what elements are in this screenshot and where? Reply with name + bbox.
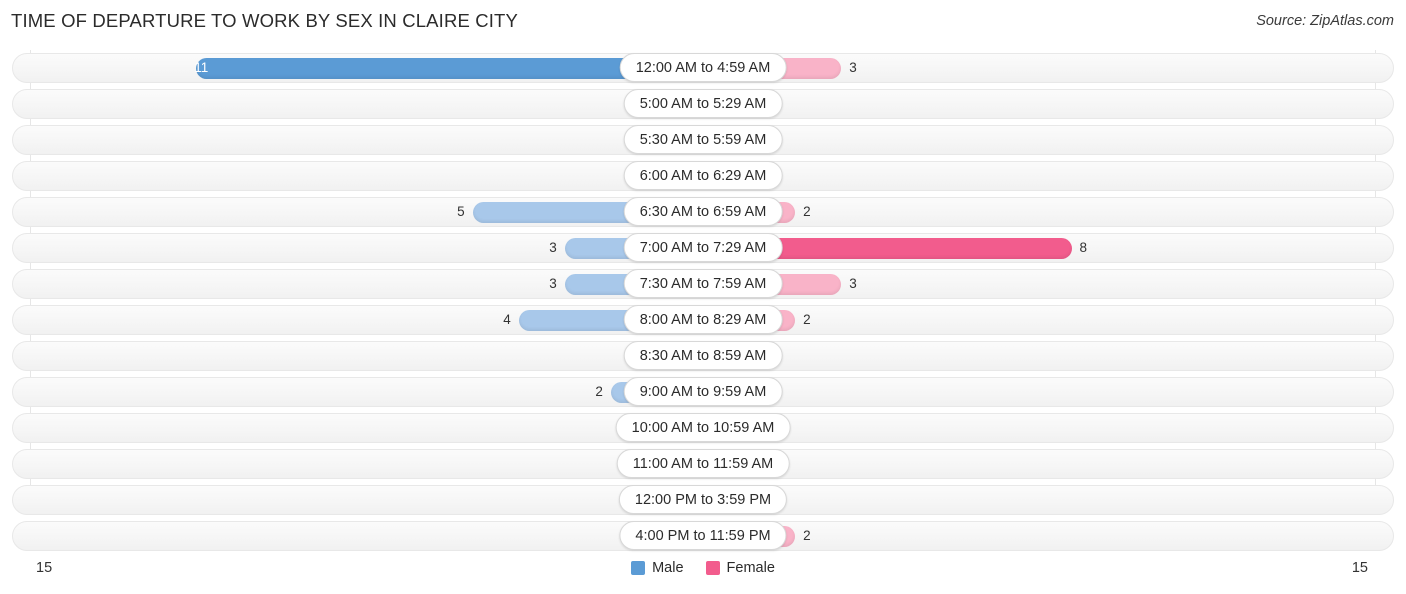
source-attribution: Source: ZipAtlas.com (1256, 13, 1394, 29)
value-label-female: 2 (803, 528, 811, 543)
category-label: 7:00 AM to 7:29 AM (623, 233, 783, 262)
page-title: TIME OF DEPARTURE TO WORK BY SEX IN CLAI… (11, 10, 518, 31)
value-label-male: 2 (595, 384, 603, 399)
legend-swatch-male (631, 561, 646, 575)
chart-row: 4 2 8:00 AM to 8:29 AM (0, 302, 1406, 338)
legend-item-female[interactable]: Female (705, 560, 775, 576)
category-label: 8:30 AM to 8:59 AM (623, 341, 783, 370)
category-label: 4:00 PM to 11:59 PM (619, 521, 787, 550)
category-label: 5:00 AM to 5:29 AM (623, 89, 783, 118)
chart-row: 3 8 7:00 AM to 7:29 AM (0, 230, 1406, 266)
chart-row: 006:00 AM to 6:29 AM (0, 158, 1406, 194)
chart-rows: 11 3 12:00 AM to 4:59 AM 005:00 AM to 5:29 … (0, 50, 1406, 554)
chart-legend: Male Female (0, 560, 1406, 576)
category-label: 12:00 AM to 4:59 AM (619, 53, 787, 82)
chart-plot-area: 11 3 12:00 AM to 4:59 AM 005:00 AM to 5:29 … (0, 50, 1406, 554)
category-label: 6:00 AM to 6:29 AM (623, 161, 783, 190)
value-label-female: 2 (803, 204, 811, 219)
legend-label: Male (652, 560, 684, 576)
chart-footer: 15 15 Male Female (0, 556, 1406, 594)
chart-row: 5 2 6:30 AM to 6:59 AM (0, 194, 1406, 230)
category-label: 12:00 PM to 3:59 PM (618, 485, 788, 514)
chart-row: 3 3 7:30 AM to 7:59 AM (0, 266, 1406, 302)
legend-label: Female (726, 560, 775, 576)
chart-page: TIME OF DEPARTURE TO WORK BY SEX IN CLAI… (0, 0, 1406, 594)
category-label: 6:30 AM to 6:59 AM (623, 197, 783, 226)
value-label-female: 8 (1079, 240, 1088, 255)
chart-row: 209:00 AM to 9:59 AM (0, 374, 1406, 410)
chart-row: 0010:00 AM to 10:59 AM (0, 410, 1406, 446)
value-label-female: 3 (849, 276, 857, 291)
value-label-female: 3 (849, 60, 857, 75)
chart-row: 0011:00 AM to 11:59 AM (0, 446, 1406, 482)
category-label: 11:00 AM to 11:59 AM (616, 449, 790, 478)
chart-header: TIME OF DEPARTURE TO WORK BY SEX IN CLAI… (0, 0, 1406, 42)
category-label: 5:30 AM to 5:59 AM (623, 125, 783, 154)
category-label: 9:00 AM to 9:59 AM (623, 377, 783, 406)
value-label-female: 2 (803, 312, 811, 327)
chart-row: 11 3 12:00 AM to 4:59 AM (0, 50, 1406, 86)
value-label-male: 4 (503, 312, 511, 327)
value-label-male: 3 (549, 240, 557, 255)
legend-swatch-female (705, 561, 720, 575)
category-label: 7:30 AM to 7:59 AM (623, 269, 783, 298)
value-label-male: 11 (194, 60, 209, 75)
legend-item-male[interactable]: Male (631, 560, 684, 576)
chart-row: 008:30 AM to 8:59 AM (0, 338, 1406, 374)
chart-row: 0012:00 PM to 3:59 PM (0, 482, 1406, 518)
chart-row: 005:30 AM to 5:59 AM (0, 122, 1406, 158)
chart-row: 005:00 AM to 5:29 AM (0, 86, 1406, 122)
value-label-male: 5 (457, 204, 465, 219)
value-label-male: 3 (549, 276, 557, 291)
category-label: 8:00 AM to 8:29 AM (623, 305, 783, 334)
chart-row: 024:00 PM to 11:59 PM (0, 518, 1406, 554)
category-label: 10:00 AM to 10:59 AM (615, 413, 791, 442)
